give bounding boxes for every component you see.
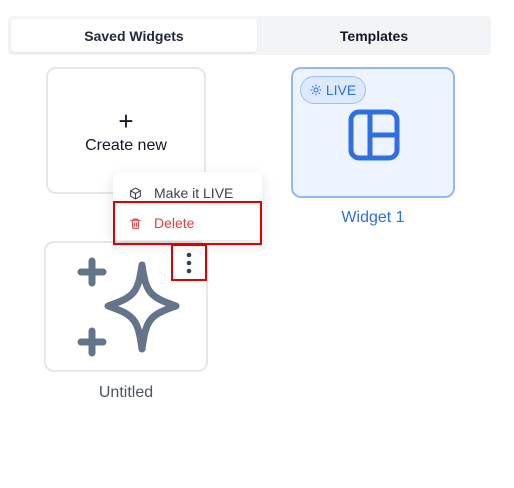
context-menu: Make it LIVE Delete (113, 172, 262, 245)
kebab-icon (186, 252, 192, 273)
widget-card-widget-1[interactable]: LIVE (291, 67, 455, 198)
cube-icon (130, 187, 141, 199)
live-badge-label: LIVE (325, 82, 357, 98)
tab-saved-widgets[interactable]: Saved Widgets (11, 19, 257, 52)
sun-icon (310, 84, 322, 96)
plus-icon: + (118, 106, 134, 136)
live-badge: LIVE (300, 76, 366, 104)
layout-icon (348, 109, 400, 161)
trash-icon (130, 218, 141, 229)
menu-item-delete[interactable]: Delete (113, 201, 262, 245)
menu-item-delete-label: Delete (154, 215, 195, 231)
sparkles-icon (77, 257, 180, 357)
tab-templates[interactable]: Templates (257, 19, 491, 52)
create-new-label: Create new (85, 137, 167, 154)
menu-item-make-live-label: Make it LIVE (154, 185, 234, 201)
widget-name-widget-1[interactable]: Widget 1 (291, 209, 455, 227)
more-options-button[interactable] (171, 244, 207, 281)
widget-name-untitled[interactable]: Untitled (44, 384, 208, 402)
tab-bar: Saved Widgets Templates (8, 16, 491, 55)
